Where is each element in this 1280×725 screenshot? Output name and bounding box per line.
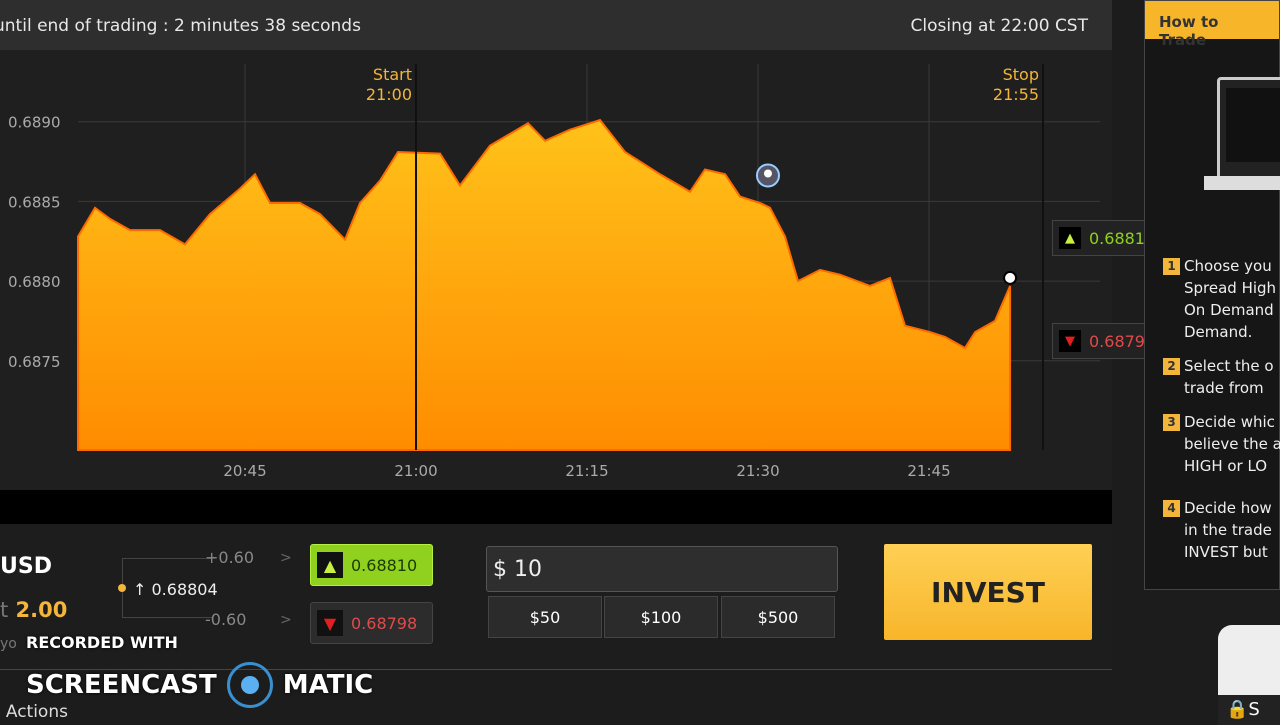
y-tick-label: 0.6885 [8,193,61,211]
x-tick-label: 21:30 [736,462,779,480]
price-chart[interactable]: 0.6890 0.6885 0.6880 0.6875 20:45 21:00 21:15 2… [0,50,1112,490]
arrow-up-icon: ▲ [1059,227,1081,249]
step-text: Decide how in the trade INVEST but [1184,499,1272,561]
chevron-right-icon: > [280,612,292,628]
step-text: Select the o trade from [1184,357,1274,397]
stop-time: 21:55 [993,85,1039,104]
payout-prefix: t [0,598,9,622]
asset-name: USD [0,554,52,579]
chevron-right-icon: > [280,550,292,566]
watermark-line1: RECORDED WITH [26,633,178,652]
arrow-down-icon: ▼ [317,610,343,636]
x-tick-label: 21:45 [907,462,950,480]
watermark-right: MATIC [282,670,374,700]
divider-bar [0,490,1112,524]
start-time: 21:00 [366,85,412,104]
secure-label: S [1248,699,1260,720]
y-tick-label: 0.6890 [8,114,61,132]
lock-icon: 🔒 [1226,699,1249,720]
step-text: Decide whic believe the a HIGH or LO [1184,413,1280,475]
x-tick-label: 21:00 [394,462,437,480]
price-area [77,118,1012,451]
arrow-down-icon: ▼ [1059,330,1081,352]
arrow-up-icon: ↑ [133,580,147,599]
closing-time: Closing at 22:00 CST [910,16,1088,36]
record-icon [226,662,273,708]
step-number: 1 [1163,258,1180,275]
current-point [1003,270,1018,285]
watermark-left: SCREENCAST [26,670,217,700]
payout: t 2.00 [0,598,67,622]
spread-up: +0.60 [205,548,255,567]
step-4: 4 Decide how in the trade INVEST but [1163,497,1272,563]
x-tick-label: 20:45 [223,462,266,480]
step-3: 3 Decide whic believe the a HIGH or LO [1163,411,1280,477]
how-to-trade-panel: How to Trade 1 Choose you Spread High On … [1144,0,1280,590]
current-dot [118,584,126,592]
secure-badge: 🔒S [1218,625,1280,725]
amount-500-button[interactable]: $500 [721,596,835,638]
step-1: 1 Choose you Spread High On Demand Demand… [1163,255,1276,343]
spread-down: -0.60 [205,610,247,629]
payout-value: 2.00 [15,598,68,622]
y-tick-label: 0.6875 [8,353,61,371]
payout-caption: yo [0,636,17,652]
high-button-label: 0.68810 [351,555,418,575]
amount-50-button[interactable]: $50 [488,596,602,638]
how-to-trade-title[interactable]: How to Trade [1145,1,1279,49]
amount-input[interactable]: $ 10 [486,546,838,592]
trading-status-bar: until end of trading : 2 minutes 38 seco… [0,0,1112,50]
x-tick-label: 21:15 [565,462,608,480]
low-button-label: 0.68798 [351,613,418,633]
low-button[interactable]: ▼ 0.68798 [310,602,433,644]
y-tick-label: 0.6880 [8,273,61,291]
amount-100-button[interactable]: $100 [604,596,718,638]
step-2: 2 Select the o trade from [1163,355,1274,399]
current-price: ↑ 0.68804 [133,580,218,599]
high-button[interactable]: ▲ 0.68810 [310,544,433,586]
step-number: 2 [1163,358,1180,375]
location-pin-dot [763,169,772,178]
countdown-text: until end of trading : 2 minutes 38 seco… [0,16,361,36]
step-text: Choose you Spread High On Demand Demand. [1184,257,1277,341]
laptop-illustration [1204,77,1280,190]
watermark-logo: SCREENCAST MATIC [26,662,373,708]
arrow-up-icon: ▲ [317,552,343,578]
invest-button[interactable]: INVEST [884,544,1092,640]
current-price-value: 0.68804 [151,580,218,599]
chart-svg: 0.6890 0.6885 0.6880 0.6875 20:45 21:00 21:15 2… [8,64,1100,480]
stop-label: Stop [1003,65,1039,84]
start-label: Start [373,65,412,84]
step-number: 3 [1163,414,1180,431]
step-number: 4 [1163,500,1180,517]
